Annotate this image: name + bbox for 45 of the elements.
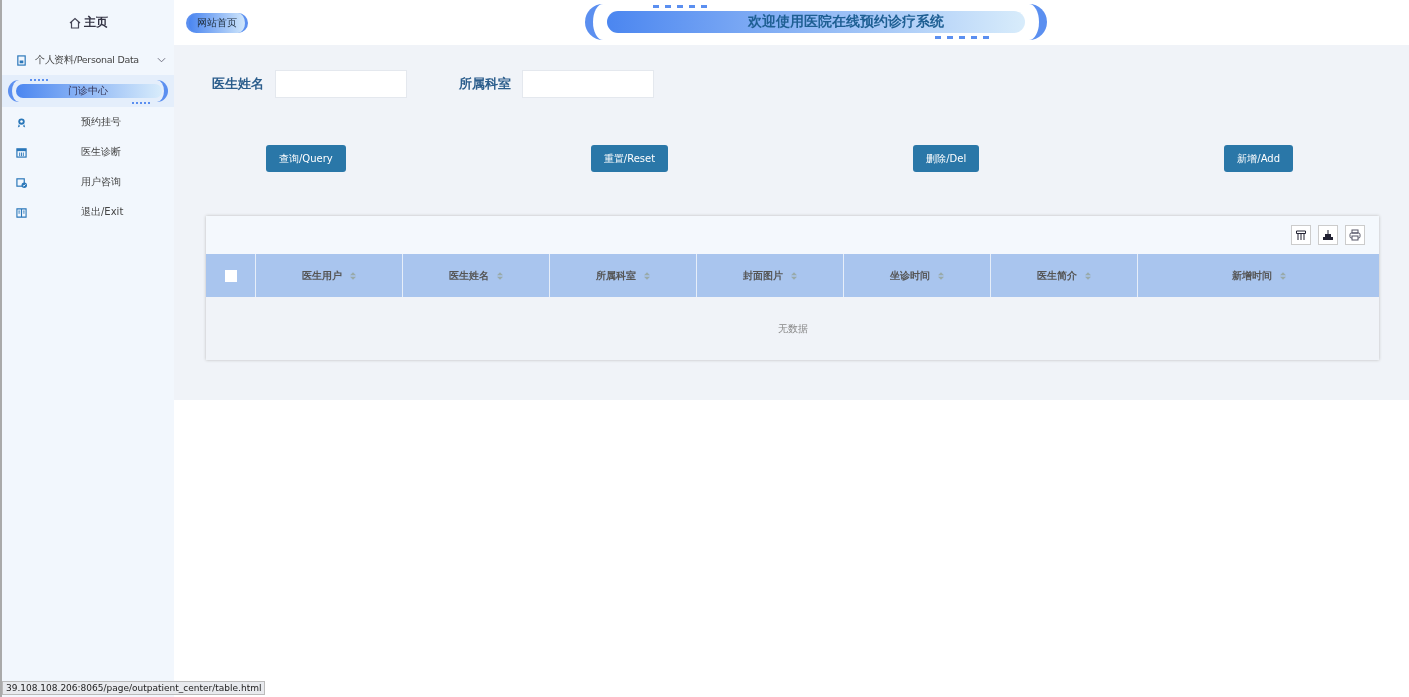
home-link[interactable]: 主页 bbox=[2, 0, 174, 45]
print-icon bbox=[1349, 229, 1361, 241]
column-header[interactable]: 所属科室 bbox=[596, 268, 636, 283]
columns-icon bbox=[1295, 229, 1307, 241]
status-url: 39.108.108.206:8065/page/outpatient_center/table.html bbox=[2, 681, 266, 695]
calendar-icon bbox=[16, 146, 27, 158]
action-button[interactable]: 重置/Reset bbox=[590, 145, 669, 172]
filter-label: 医生姓名 bbox=[212, 75, 264, 93]
filter-label: 所属科室 bbox=[459, 75, 511, 93]
column-header[interactable]: 封面图片 bbox=[743, 268, 783, 283]
export-icon bbox=[1322, 229, 1334, 241]
sort-icon[interactable] bbox=[644, 271, 650, 280]
select-all-checkbox[interactable] bbox=[224, 269, 237, 282]
home-icon bbox=[68, 16, 81, 29]
export-button[interactable] bbox=[1318, 225, 1338, 245]
book-icon bbox=[16, 206, 27, 218]
column-header[interactable]: 医生姓名 bbox=[449, 268, 489, 283]
sort-icon[interactable] bbox=[791, 271, 797, 280]
award-icon bbox=[16, 116, 27, 128]
action-button[interactable]: 新增/Add bbox=[1224, 145, 1293, 172]
print-button[interactable] bbox=[1345, 225, 1365, 245]
action-button[interactable]: 删除/Del bbox=[913, 145, 980, 172]
sort-icon[interactable] bbox=[1279, 271, 1286, 280]
column-header[interactable]: 坐诊时间 bbox=[890, 268, 930, 283]
column-header[interactable]: 新增时间 bbox=[1231, 268, 1272, 283]
sidebar-item[interactable]: 退出/Exit bbox=[2, 197, 174, 227]
column-header[interactable]: 医生用户 bbox=[302, 268, 342, 283]
calendar-check-icon bbox=[16, 176, 27, 188]
sidebar-item[interactable]: 预约挂号 bbox=[2, 107, 174, 137]
site-home-link[interactable]: 网站首页 bbox=[186, 12, 248, 33]
document-icon bbox=[16, 54, 27, 66]
columns-button[interactable] bbox=[1291, 225, 1311, 245]
sort-icon[interactable] bbox=[1085, 271, 1091, 280]
sidebar-subitem[interactable]: 门诊中心 bbox=[2, 75, 174, 107]
sort-icon[interactable] bbox=[938, 271, 944, 280]
sidebar-item[interactable]: 个人资料/Personal Data bbox=[2, 45, 174, 75]
empty-message: 无数据 bbox=[777, 321, 808, 336]
sidebar-item[interactable]: 医生诊断 bbox=[2, 137, 174, 167]
sort-icon[interactable] bbox=[350, 271, 356, 280]
filter-field[interactable] bbox=[522, 70, 654, 98]
filter-field[interactable] bbox=[275, 70, 407, 98]
action-button[interactable]: 查询/Query bbox=[266, 145, 346, 172]
sidebar-item[interactable]: 用户咨询 bbox=[2, 167, 174, 197]
column-header[interactable]: 医生简介 bbox=[1037, 268, 1077, 283]
sort-icon[interactable] bbox=[497, 271, 503, 280]
